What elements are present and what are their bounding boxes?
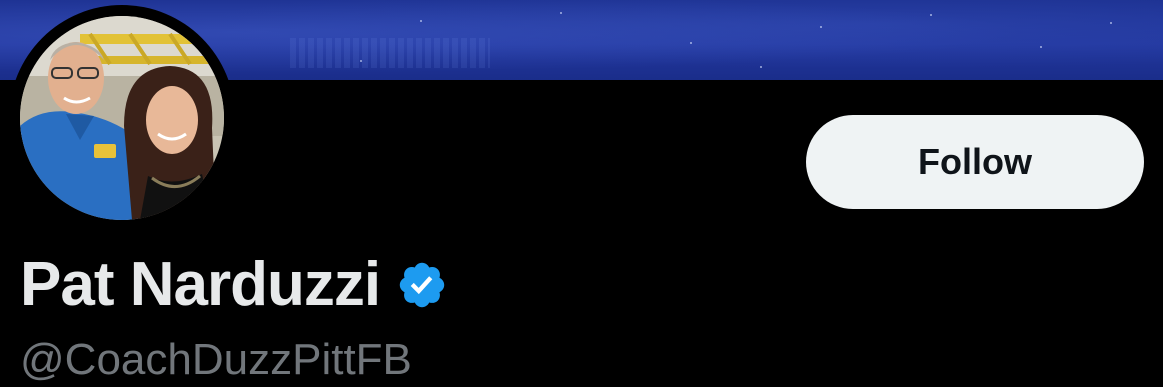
verified-badge-icon[interactable]	[396, 259, 448, 311]
profile-photo-icon	[20, 16, 224, 220]
banner-speck	[1110, 22, 1112, 24]
avatar[interactable]	[20, 16, 224, 220]
banner-speck	[360, 60, 362, 62]
banner-texture	[290, 38, 490, 68]
user-handle: @CoachDuzzPittFB	[20, 335, 412, 384]
banner-speck	[930, 14, 932, 16]
banner-speck	[820, 26, 822, 28]
banner-speck	[1040, 46, 1042, 48]
name-row: Pat Narduzzi	[20, 252, 448, 318]
banner-speck	[690, 42, 692, 44]
banner-speck	[760, 66, 762, 68]
follow-button[interactable]: Follow	[806, 115, 1144, 209]
banner-speck	[560, 12, 562, 14]
profile-header: Follow Pat Narduzzi @CoachDuzzPittFB	[0, 0, 1163, 387]
display-name: Pat Narduzzi	[20, 250, 381, 319]
banner-speck	[420, 20, 422, 22]
